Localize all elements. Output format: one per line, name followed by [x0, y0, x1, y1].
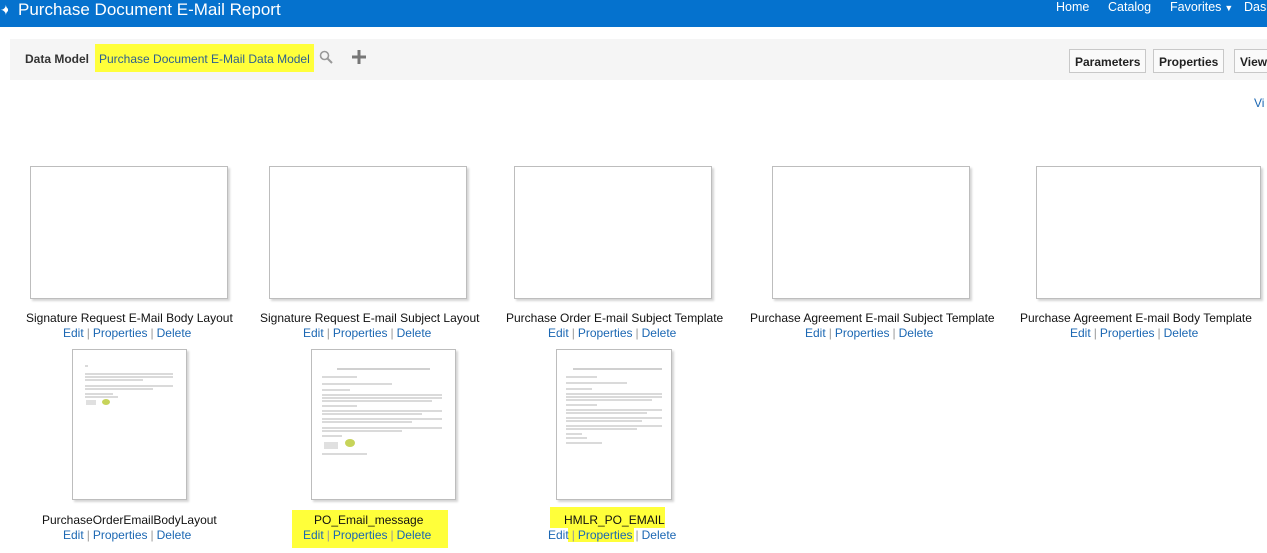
document-preview-icon	[322, 368, 442, 455]
layout-actions: Edit | Properties | Delete	[303, 326, 431, 340]
layout-name: HMLR_PO_EMAIL	[564, 513, 665, 527]
search-icon[interactable]	[319, 50, 333, 68]
properties-link[interactable]: Properties	[333, 528, 388, 542]
layout-name: Purchase Agreement E-mail Body Template	[1020, 311, 1252, 325]
delete-link[interactable]: Delete	[1164, 326, 1199, 340]
document-preview-icon	[566, 368, 662, 444]
layout-actions: Edit | Properties | Delete	[63, 528, 191, 542]
edit-link[interactable]: Edit	[63, 326, 84, 340]
layout-actions: Edit | Properties | Delete	[303, 528, 431, 542]
layout-name: Signature Request E-Mail Body Layout	[26, 311, 233, 325]
separator: |	[86, 528, 90, 542]
properties-link[interactable]: Properties	[835, 326, 890, 340]
properties-button[interactable]: Properties	[1153, 49, 1225, 73]
page-title: Purchase Document E-Mail Report	[18, 0, 281, 19]
edit-link[interactable]: Edit	[548, 326, 569, 340]
delete-link[interactable]: Delete	[157, 326, 192, 340]
properties-link[interactable]: Properties	[578, 528, 633, 542]
separator: |	[390, 326, 394, 340]
delete-link[interactable]: Delete	[642, 326, 677, 340]
delete-link[interactable]: Delete	[157, 528, 192, 542]
layout-thumbnail[interactable]	[30, 166, 228, 299]
layout-actions: Edit | Properties | Delete	[548, 528, 676, 542]
separator: |	[150, 528, 154, 542]
view-link[interactable]: Vi	[1254, 96, 1264, 110]
edit-link[interactable]: Edit	[548, 528, 569, 542]
separator: |	[892, 326, 896, 340]
layout-thumbnail[interactable]	[269, 166, 467, 299]
layout-name: Purchase Agreement E-mail Subject Templa…	[750, 311, 995, 325]
document-preview-icon	[85, 365, 173, 405]
layout-thumbnail[interactable]	[556, 349, 672, 500]
delete-link[interactable]: Delete	[397, 528, 432, 542]
separator: |	[86, 326, 90, 340]
separator: |	[326, 528, 330, 542]
data-model-label: Data Model	[25, 52, 90, 66]
parameters-button[interactable]: Parameters	[1069, 49, 1147, 73]
favorites-menu[interactable]: Favorites ▼	[1170, 0, 1233, 15]
edit-link[interactable]: Edit	[63, 528, 84, 542]
app-icon: ✦	[0, 2, 8, 18]
separator: |	[326, 326, 330, 340]
separator: |	[571, 326, 575, 340]
layout-thumbnail[interactable]	[311, 349, 456, 500]
app-header: ✦ Purchase Document E-Mail Report Home C…	[0, 0, 1267, 27]
report-toolbar: Data Model Purchase Document E-Mail Data…	[10, 39, 1267, 80]
layout-actions: Edit | Properties | Delete	[63, 326, 191, 340]
properties-link[interactable]: Properties	[333, 326, 388, 340]
properties-link[interactable]: Properties	[578, 326, 633, 340]
separator: |	[635, 528, 639, 542]
properties-link[interactable]: Properties	[93, 528, 148, 542]
layout-thumbnail[interactable]	[72, 349, 187, 500]
delete-link[interactable]: Delete	[397, 326, 432, 340]
layout-name: Signature Request E-mail Subject Layout	[260, 311, 480, 325]
separator: |	[150, 326, 154, 340]
separator: |	[1093, 326, 1097, 340]
edit-link[interactable]: Edit	[1070, 326, 1091, 340]
edit-link[interactable]: Edit	[303, 528, 324, 542]
edit-link[interactable]: Edit	[805, 326, 826, 340]
layout-actions: Edit | Properties | Delete	[805, 326, 933, 340]
layout-name: Purchase Order E-mail Subject Template	[506, 311, 724, 325]
separator: |	[571, 528, 575, 542]
favorites-label: Favorites	[1170, 0, 1222, 14]
layout-thumbnail[interactable]	[514, 166, 712, 299]
separator: |	[390, 528, 394, 542]
plus-icon[interactable]	[352, 50, 366, 68]
properties-link[interactable]: Properties	[1100, 326, 1155, 340]
layout-actions: Edit | Properties | Delete	[1070, 326, 1198, 340]
edit-link[interactable]: Edit	[303, 326, 324, 340]
delete-link[interactable]: Delete	[899, 326, 934, 340]
dashboards-link[interactable]: Dash	[1244, 0, 1267, 14]
chevron-down-icon: ▼	[1224, 3, 1234, 13]
catalog-link[interactable]: Catalog	[1108, 0, 1151, 14]
layout-actions: Edit | Properties | Delete	[548, 326, 676, 340]
separator: |	[828, 326, 832, 340]
properties-link[interactable]: Properties	[93, 326, 148, 340]
home-link[interactable]: Home	[1056, 0, 1089, 14]
separator: |	[1157, 326, 1161, 340]
data-model-link[interactable]: Purchase Document E-Mail Data Model	[95, 44, 314, 72]
view-button[interactable]: View	[1234, 49, 1267, 73]
layout-thumbnail[interactable]	[1036, 166, 1261, 299]
layout-name: PO_Email_message	[314, 513, 424, 527]
delete-link[interactable]: Delete	[642, 528, 677, 542]
layout-name: PurchaseOrderEmailBodyLayout	[42, 513, 217, 527]
layout-thumbnail[interactable]	[772, 166, 970, 299]
separator: |	[635, 326, 639, 340]
